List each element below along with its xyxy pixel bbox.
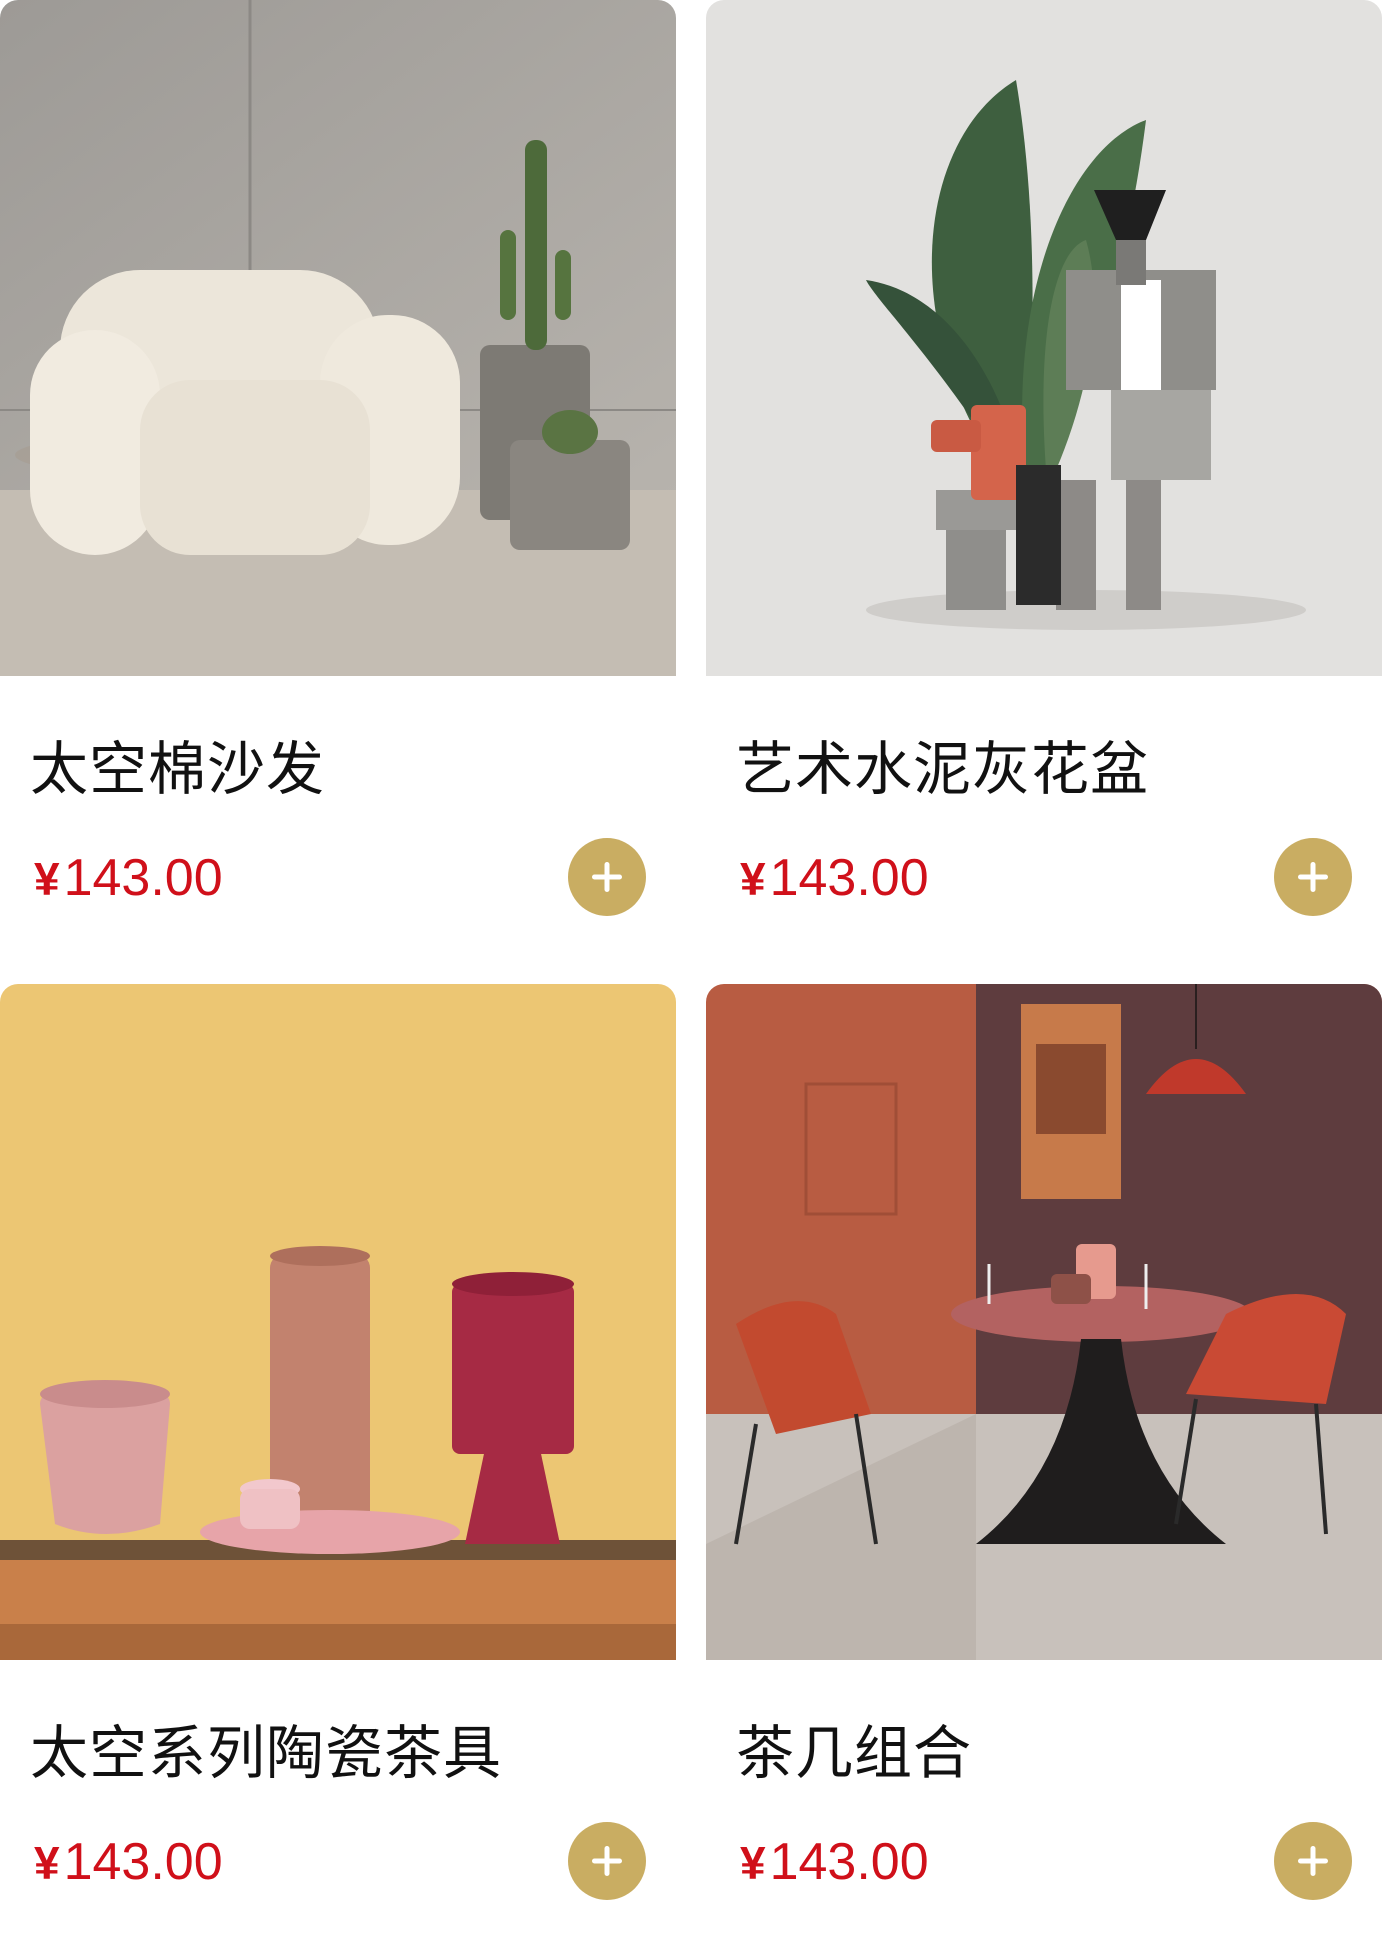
price-value: 143.00 (63, 1833, 223, 1891)
add-to-cart-button[interactable] (568, 838, 646, 916)
planter-image (706, 0, 1382, 676)
price-value: 143.00 (769, 1833, 929, 1891)
plus-icon (1298, 1846, 1328, 1876)
product-price: ¥143.00 (34, 1832, 223, 1892)
product-title[interactable]: 太空棉沙发 (30, 722, 325, 806)
product-image-tea-set[interactable] (0, 984, 676, 1660)
product-title[interactable]: 太空系列陶瓷茶具 (30, 1706, 502, 1790)
add-to-cart-button[interactable] (1274, 838, 1352, 916)
product-card[interactable]: 艺术水泥灰花盆 ¥143.00 (706, 0, 1382, 960)
product-price: ¥143.00 (34, 848, 223, 908)
product-title[interactable]: 茶几组合 (736, 1706, 972, 1790)
price-value: 143.00 (769, 849, 929, 907)
add-to-cart-button[interactable] (568, 1822, 646, 1900)
plus-icon (1298, 862, 1328, 892)
currency-symbol: ¥ (740, 1837, 766, 1889)
product-card[interactable]: 太空系列陶瓷茶具 ¥143.00 (0, 984, 676, 1944)
product-image-table-set[interactable] (706, 984, 1382, 1660)
price-value: 143.00 (63, 849, 223, 907)
product-price: ¥143.00 (740, 1832, 929, 1892)
tea-set-image (0, 984, 676, 1660)
table-set-image (706, 984, 1382, 1660)
product-image-sofa[interactable] (0, 0, 676, 676)
product-price: ¥143.00 (740, 848, 929, 908)
plus-icon (592, 862, 622, 892)
product-image-planter[interactable] (706, 0, 1382, 676)
plus-icon (592, 1846, 622, 1876)
product-card[interactable]: 茶几组合 ¥143.00 (706, 984, 1382, 1944)
product-card[interactable]: 太空棉沙发 ¥143.00 (0, 0, 676, 960)
currency-symbol: ¥ (34, 1837, 60, 1889)
add-to-cart-button[interactable] (1274, 1822, 1352, 1900)
sofa-image (0, 0, 676, 676)
product-grid: 太空棉沙发 ¥143.00 艺术水泥灰花盆 ¥143.00 太空系列陶瓷茶具 ¥… (0, 0, 1382, 1938)
currency-symbol: ¥ (740, 853, 766, 905)
product-title[interactable]: 艺术水泥灰花盆 (736, 722, 1149, 806)
currency-symbol: ¥ (34, 853, 60, 905)
